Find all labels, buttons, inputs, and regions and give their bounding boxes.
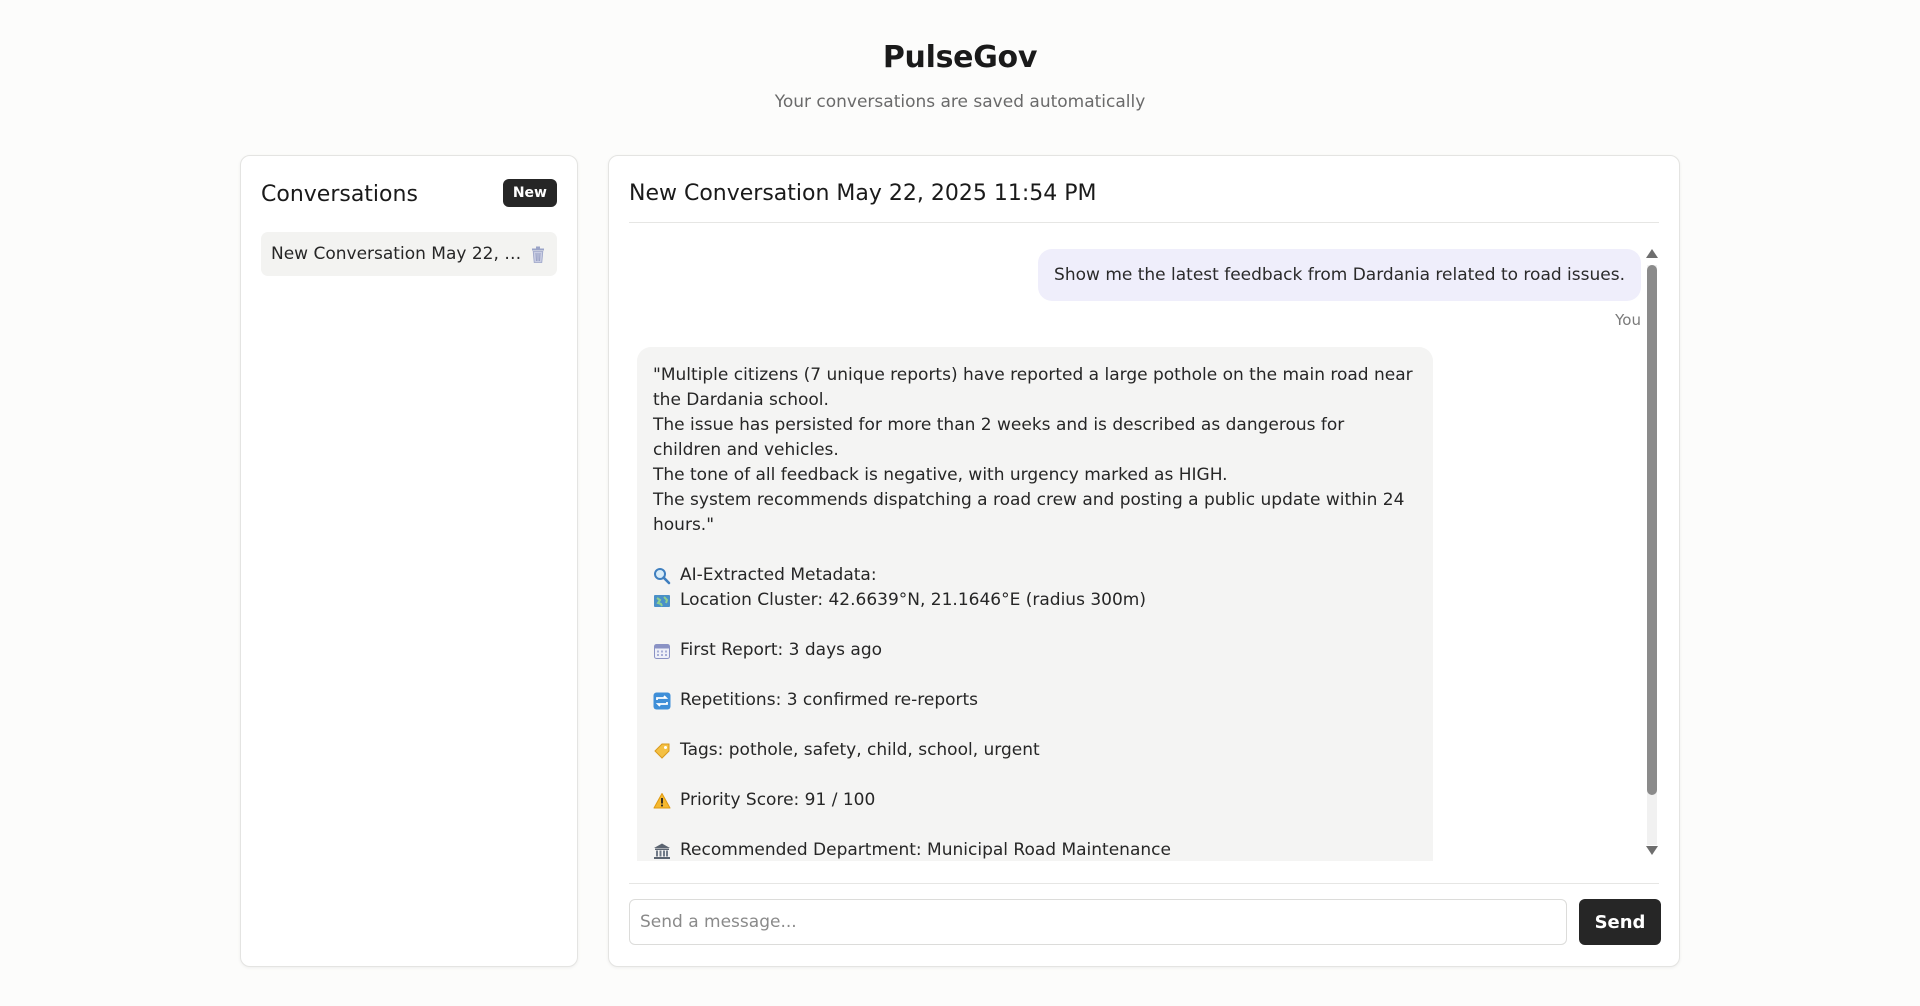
scroll-down-arrow-icon[interactable] <box>1646 846 1658 855</box>
assistant-message: "Multiple citizens (7 unique reports) ha… <box>637 347 1433 861</box>
scroll-up-arrow-icon[interactable] <box>1646 249 1658 258</box>
message-input[interactable] <box>629 899 1567 945</box>
metadata-repetitions: Repetitions: 3 confirmed re-reports <box>653 688 1417 713</box>
chat-panel: New Conversation May 22, 2025 11:54 PM S… <box>608 155 1680 967</box>
metadata-tags: Tags: pothole, safety, child, school, ur… <box>653 738 1417 763</box>
metadata-location: Location Cluster: 42.6639°N, 21.1646°E (… <box>653 588 1417 613</box>
message-scrollbar[interactable] <box>1644 241 1661 861</box>
send-button[interactable]: Send <box>1579 899 1661 945</box>
conversation-item-label: New Conversation May 22, 2025 11:54 PM <box>271 244 523 264</box>
app-subtitle: Your conversations are saved automatical… <box>774 92 1146 112</box>
user-message: Show me the latest feedback from Dardani… <box>1038 249 1641 301</box>
sender-label: You <box>1615 311 1641 329</box>
app-title: PulseGov <box>882 40 1038 75</box>
divider <box>629 222 1659 223</box>
conversations-sidebar: Conversations New New Conversation May 2… <box>240 155 578 967</box>
metadata-priority: Priority Score: 91 / 100 <box>653 788 1417 813</box>
conversation-item[interactable]: New Conversation May 22, 2025 11:54 PM <box>261 232 557 276</box>
summary-line: The issue has persisted for more than 2 … <box>653 415 1345 460</box>
metadata-department: Recommended Department: Municipal Road M… <box>653 838 1417 861</box>
summary-line: The system recommends dispatching a road… <box>653 490 1405 535</box>
conversation-title: New Conversation May 22, 2025 11:54 PM <box>629 181 1097 206</box>
repeat-icon <box>653 692 671 710</box>
scroll-track[interactable] <box>1647 265 1657 845</box>
magnifier-icon <box>653 567 671 585</box>
metadata-heading: AI-Extracted Metadata: <box>653 563 1417 588</box>
government-building-icon <box>653 842 671 860</box>
summary-line: "Multiple citizens (7 unique reports) ha… <box>653 365 1413 410</box>
message-list[interactable]: Show me the latest feedback from Dardani… <box>629 241 1641 861</box>
metadata-first-report: First Report: 3 days ago <box>653 638 1417 663</box>
map-icon <box>653 592 671 610</box>
summary-line: The tone of all feedback is negative, wi… <box>653 465 1228 485</box>
scroll-thumb[interactable] <box>1647 265 1657 795</box>
divider <box>629 883 1659 884</box>
new-conversation-button[interactable]: New <box>502 179 557 207</box>
calendar-icon <box>653 642 671 660</box>
trash-icon[interactable] <box>529 245 547 263</box>
tag-icon <box>653 742 671 760</box>
warning-icon <box>653 792 671 810</box>
sidebar-title: Conversations <box>261 182 418 207</box>
